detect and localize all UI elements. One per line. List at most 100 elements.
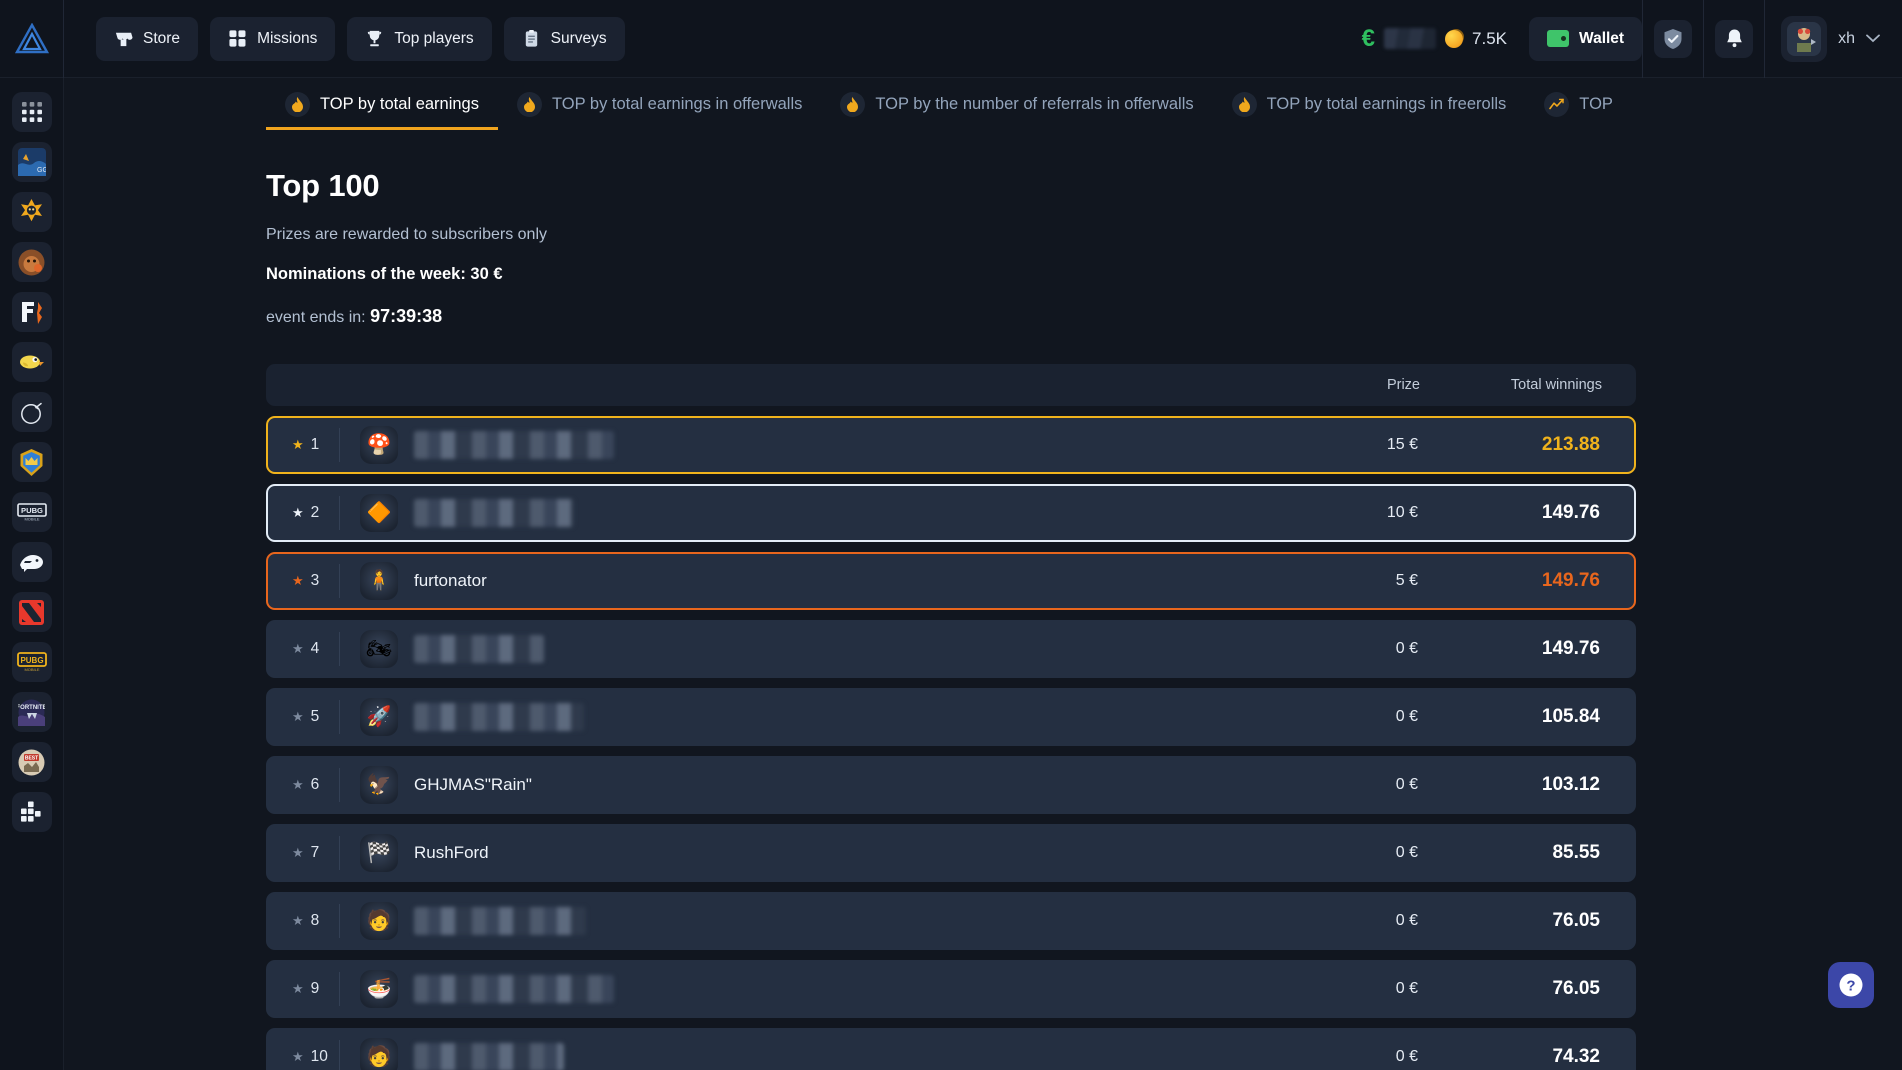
pubg-mobile-icon: PUBG MOBILE bbox=[16, 652, 47, 672]
sidebar-item-dota-2[interactable] bbox=[11, 592, 52, 632]
sidebar-item-brawl-stars[interactable] bbox=[11, 192, 52, 232]
nav-top-players-label: Top players bbox=[394, 29, 474, 47]
free-fire-icon bbox=[21, 302, 42, 324]
row-user: 🧍 furtonator bbox=[340, 562, 1244, 600]
sidebar-item-game-thumbnail[interactable]: GG bbox=[11, 142, 52, 182]
sidebar-item-apex-legends[interactable] bbox=[11, 542, 52, 582]
player-username: GHJMAS"Rain" bbox=[414, 775, 532, 794]
balance-display[interactable]: € 7.5K bbox=[1346, 26, 1523, 51]
sidebar-item-pubg[interactable]: PUBG MOBILE bbox=[11, 492, 52, 532]
table-row[interactable]: ★ 4 🏍 0 €149.76 bbox=[266, 620, 1636, 678]
sidebar-item-pubg-mobile[interactable]: PUBG MOBILE bbox=[11, 642, 52, 682]
sidebar-item-bomb-game[interactable] bbox=[11, 392, 52, 432]
row-prize: 0 € bbox=[1395, 912, 1418, 929]
row-user: 🔶 bbox=[340, 494, 1244, 532]
hidden-username bbox=[414, 975, 614, 1003]
table-row[interactable]: ★ 6 🦅 GHJMAS"Rain" 0 €103.12 bbox=[266, 756, 1636, 814]
wallet-button[interactable]: Wallet bbox=[1529, 16, 1643, 61]
star-icon: ★ bbox=[292, 913, 304, 928]
row-prize: 0 € bbox=[1395, 1048, 1418, 1065]
row-user: 🧑 bbox=[340, 1038, 1244, 1070]
nav-missions[interactable]: Missions bbox=[210, 16, 336, 61]
rank-number: 3 bbox=[310, 572, 320, 589]
star-icon: ★ bbox=[292, 437, 304, 452]
support-widget-button[interactable]: ? bbox=[1828, 962, 1874, 1008]
svg-text:PUBG: PUBG bbox=[21, 506, 43, 515]
user-avatar-image bbox=[1787, 21, 1822, 56]
clipboard-icon bbox=[525, 29, 537, 47]
app-logo[interactable] bbox=[0, 0, 64, 78]
nominations-line: Nominations of the week: 30 € bbox=[266, 265, 503, 283]
prizes-subscribers-note: Prizes are rewarded to subscribers only bbox=[266, 226, 548, 243]
tab-top-by-total-earnings[interactable]: TOP by total earnings bbox=[266, 78, 498, 130]
sidebar-item-game-extra[interactable]: BEST bbox=[11, 742, 52, 782]
game-extra-icon: BEST bbox=[18, 749, 45, 775]
tab-earnings-freerolls[interactable]: TOP by total earnings in freerolls bbox=[1213, 78, 1526, 130]
row-prize: 15 € bbox=[1386, 436, 1418, 453]
tab-referrals-offerwalls[interactable]: TOP by the number of referrals in offerw… bbox=[821, 78, 1212, 130]
row-prize: 0 € bbox=[1395, 980, 1418, 997]
sidebar-item-free-fire[interactable] bbox=[11, 292, 52, 332]
character-avatar-icon bbox=[18, 249, 45, 275]
hidden-username bbox=[414, 431, 614, 459]
bomb-icon bbox=[20, 402, 42, 424]
row-user: 🧑 bbox=[340, 902, 1244, 940]
row-rank: ★ 5 bbox=[268, 700, 340, 734]
rank-number: 1 bbox=[310, 436, 320, 453]
star-icon: ★ bbox=[292, 709, 304, 724]
table-row[interactable]: ★ 10 🧑 0 € 74.32 bbox=[266, 1028, 1636, 1070]
security-button[interactable] bbox=[1643, 0, 1703, 78]
row-prize: 0 € bbox=[1395, 776, 1418, 793]
chart-line-icon bbox=[1544, 91, 1570, 117]
row-prize: 10 € bbox=[1386, 504, 1418, 521]
sidebar-item-game-character[interactable] bbox=[11, 242, 52, 282]
table-row[interactable]: ★ 1 🍄 15 €213.88 bbox=[266, 416, 1636, 474]
row-rank: ★ 6 bbox=[268, 768, 340, 802]
leaderboard-table: Prize Total winnings ★ 1 🍄 15 €213.88 ★ 2 🔶 10 … bbox=[266, 364, 1636, 1070]
tab-top-earnings-offerwalls[interactable]: TOP by total earnings in offerwalls bbox=[498, 78, 821, 130]
sidebar-item-clash-royale[interactable] bbox=[11, 442, 52, 482]
nav-surveys[interactable]: Surveys bbox=[503, 16, 625, 61]
nav-top-players[interactable]: Top players bbox=[347, 16, 492, 61]
notifications-button[interactable] bbox=[1704, 0, 1764, 78]
tab-top[interactable]: TOP bbox=[1525, 78, 1632, 130]
nav-store[interactable]: Store bbox=[96, 16, 199, 61]
row-rank: ★ 1 bbox=[268, 428, 340, 462]
table-row[interactable]: ★ 7 🏁 RushFord 0 €85.55 bbox=[266, 824, 1636, 882]
player-avatar-icon: 🧍 bbox=[360, 562, 398, 600]
rank-number: 6 bbox=[310, 776, 320, 793]
player-avatar-icon: 🍄 bbox=[360, 426, 398, 464]
dota-2-icon bbox=[19, 599, 44, 625]
table-row[interactable]: ★ 9 🍜 0 €76.05 bbox=[266, 960, 1636, 1018]
rank-number: 8 bbox=[310, 912, 320, 929]
player-avatar-icon: 🔶 bbox=[360, 494, 398, 532]
table-body: ★ 1 🍄 15 €213.88 ★ 2 🔶 10 €149.76 ★ 3 🧍 furtonator 5… bbox=[266, 416, 1636, 1070]
game-thumbnail-icon: GG bbox=[17, 148, 46, 176]
sidebar-item-fortnite[interactable]: FORTNITE bbox=[11, 692, 52, 732]
tab-label: TOP by total earnings bbox=[320, 94, 479, 113]
tetris-blocks-icon bbox=[20, 801, 41, 822]
rank-number: 7 bbox=[310, 844, 320, 861]
row-prize: 0 € bbox=[1395, 844, 1418, 861]
svg-text:FORTNITE: FORTNITE bbox=[18, 705, 45, 711]
table-row[interactable]: ★ 5 🚀 0 €105.84 bbox=[266, 688, 1636, 746]
coin-balance: 7.5K bbox=[1472, 28, 1508, 48]
table-row[interactable]: ★ 3 🧍 furtonator 5 €149.76 bbox=[266, 552, 1636, 610]
user-menu[interactable]: xh bbox=[1765, 0, 1902, 78]
sidebar-item-flappy-bird[interactable] bbox=[11, 342, 52, 382]
missions-icon bbox=[229, 30, 246, 47]
rank-number: 9 bbox=[310, 980, 320, 997]
store-icon bbox=[115, 32, 133, 47]
rank-number: 10 bbox=[310, 1048, 328, 1065]
tab-label: TOP by total earnings in freerolls bbox=[1266, 94, 1507, 113]
star-icon: ★ bbox=[292, 777, 304, 792]
top-bar: Store Missions Top players Surveys € 7.5… bbox=[0, 0, 1902, 78]
table-row[interactable]: ★ 2 🔶 10 €149.76 bbox=[266, 484, 1636, 542]
flame-icon bbox=[840, 91, 866, 117]
sidebar-item-tetris-blocks[interactable] bbox=[11, 792, 52, 832]
svg-text:PUBG: PUBG bbox=[20, 656, 43, 665]
sidebar-item-all-games[interactable] bbox=[11, 92, 52, 132]
star-icon: ★ bbox=[292, 845, 304, 860]
leaderboard-panel: Top 100 Prizes are rewarded to subscribe… bbox=[64, 130, 1902, 1070]
table-row[interactable]: ★ 8 🧑 0 €76.05 bbox=[266, 892, 1636, 950]
